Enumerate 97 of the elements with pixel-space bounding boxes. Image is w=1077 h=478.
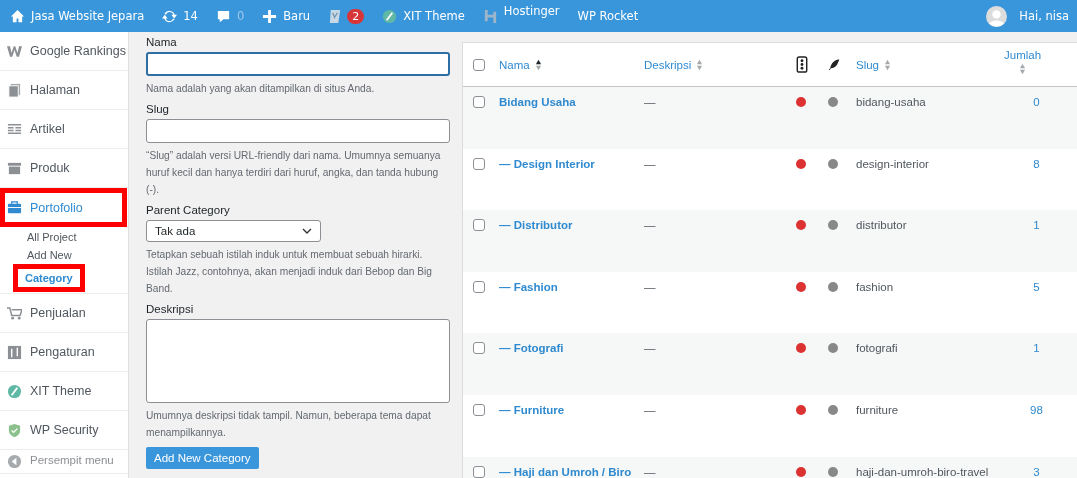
house-icon — [10, 8, 25, 24]
user-link[interactable]: Hai, nisa — [1019, 9, 1069, 23]
x-logo-icon — [7, 383, 22, 399]
h-logo-icon — [482, 8, 498, 24]
submenu-item[interactable]: Add New — [15, 246, 84, 264]
field-label: Slug — [146, 103, 171, 115]
text-lines-icon — [7, 121, 22, 137]
traffic-light-icon — [796, 56, 808, 73]
help-text: “Slug” adalah versi URL-friendly dari nama. Umumnya semuanya huruf kecil dan hanya terdiri dari huruf, angka, dan tanda hubung (-). — [146, 149, 442, 197]
count-link[interactable]: 1 — [1033, 219, 1040, 232]
chevron-icon — [302, 228, 312, 234]
toolbar-link[interactable]: XIT Theme — [382, 8, 465, 24]
table-cell: distributor — [856, 219, 907, 232]
table-cell: design-interior — [856, 157, 929, 170]
table-cell: — — [644, 280, 656, 293]
submenu-item[interactable]: Category — [13, 264, 85, 292]
sort-arrows-icon — [1019, 62, 1027, 75]
table-cell: — — [644, 403, 656, 416]
pages-icon — [7, 82, 22, 98]
count-link[interactable]: 98 — [1030, 403, 1043, 416]
field-label: Nama — [146, 36, 178, 48]
add-category-button[interactable]: Add New Category — [146, 447, 259, 469]
menu-item[interactable]: Google Rankings — [0, 32, 128, 71]
sliders-icon — [7, 344, 22, 360]
category-name-link[interactable]: — Distributor — [499, 219, 573, 232]
checkbox[interactable] — [473, 157, 485, 170]
table-cell: — — [644, 157, 656, 170]
avatar-icon — [986, 5, 1008, 27]
table-cell: — — [644, 96, 656, 108]
column-header-link[interactable]: Nama — [499, 58, 542, 71]
count-link[interactable]: 5 — [1033, 280, 1040, 293]
checkbox[interactable] — [473, 465, 485, 478]
category-name-link[interactable]: — Fashion — [499, 280, 558, 293]
toolbar-link[interactable]: 2 — [328, 8, 365, 24]
table-cell: fotografi — [856, 342, 898, 355]
category-name-link[interactable]: — Design Interior — [499, 157, 595, 170]
sort-arrows-icon — [534, 58, 542, 71]
menu-item[interactable]: Pengaturan — [0, 333, 128, 372]
cart-icon — [7, 305, 22, 321]
help-text: Nama adalah yang akan ditampilkan di situs Anda. — [146, 82, 376, 96]
sort-arrows-icon — [696, 58, 704, 71]
column-header-link[interactable]: Slug — [856, 58, 892, 71]
menu-item[interactable]: Persempit menu — [0, 450, 128, 474]
dropdown[interactable]: Tak ada — [146, 220, 321, 242]
menu-item[interactable]: Penjualan — [0, 294, 128, 333]
category-name-link[interactable]: — Haji dan Umroh / Biro — [499, 465, 632, 478]
count-link[interactable]: 8 — [1033, 157, 1040, 170]
checkbox[interactable] — [473, 58, 485, 71]
table-cell: — — [644, 219, 656, 232]
toolbar-link[interactable]: WP Rocket — [577, 9, 639, 23]
submenu-item[interactable]: All Project — [15, 228, 89, 246]
toolbar-link[interactable]: Jasa Website Jepara — [10, 8, 145, 24]
checkbox[interactable] — [473, 96, 485, 108]
shield-icon — [7, 422, 22, 438]
checkbox[interactable] — [473, 219, 485, 232]
count-link[interactable]: 1 — [1033, 342, 1040, 355]
field-label: Parent Category — [146, 204, 231, 216]
help-text: Umumnya deskripsi tidak tampil. Namun, beberapa tema dapat menampilkannya. — [146, 409, 432, 440]
table-cell: bidang-usaha — [856, 96, 926, 108]
menu-item[interactable]: Portofolio — [0, 188, 127, 227]
checkbox[interactable] — [473, 403, 485, 416]
menu-item[interactable]: XIT Theme — [0, 372, 128, 411]
menu-item[interactable]: Artikel — [0, 110, 128, 149]
table-cell: fashion — [856, 280, 894, 293]
column-header-link[interactable]: Deskripsi — [644, 58, 704, 71]
archive-box-icon — [7, 160, 22, 176]
count-link[interactable]: 3 — [1033, 465, 1040, 478]
column-header-link[interactable]: Jumlah — [1004, 48, 1042, 75]
menu-item[interactable]: Produk — [0, 149, 128, 188]
field-label: Deskripsi — [146, 303, 195, 315]
category-name-link[interactable]: — Fotografi — [499, 342, 564, 355]
table-cell: haji-dan-umroh-biro-travel — [856, 465, 989, 478]
table-cell: — — [644, 342, 656, 355]
checkbox[interactable] — [473, 280, 485, 293]
menu-item[interactable]: WP Security — [0, 411, 128, 450]
w-logo-icon — [7, 43, 22, 59]
feather-icon — [828, 56, 840, 73]
help-text: Tetapkan sebuah istilah induk untuk membuat sebuah hirarki. Istilah Jazz, contohnya, akan menjadi induk dari Bebop dan Big Band. — [146, 248, 433, 296]
toolbar-link[interactable]: 14 — [162, 8, 198, 24]
checkbox[interactable] — [473, 342, 485, 355]
notification-badge: 2 — [347, 8, 365, 24]
category-name-link[interactable]: Bidang Usaha — [499, 96, 576, 108]
input-field[interactable] — [146, 52, 450, 76]
briefcase-icon — [7, 200, 22, 215]
refresh-icon — [162, 8, 178, 24]
table-cell: furniture — [856, 403, 899, 416]
plus-icon — [262, 8, 278, 24]
count-link[interactable]: 0 — [1033, 96, 1040, 108]
menu-item[interactable]: Halaman — [0, 71, 128, 110]
input-field[interactable] — [146, 119, 450, 143]
table-cell: — — [644, 465, 656, 478]
toolbar-link[interactable]: Baru — [262, 8, 311, 24]
x-logo-icon — [382, 8, 398, 24]
speech-bubble-icon — [215, 8, 231, 24]
category-name-link[interactable]: — Furniture — [499, 403, 565, 416]
sort-arrows-icon — [884, 58, 892, 71]
textarea-field[interactable] — [146, 319, 450, 403]
